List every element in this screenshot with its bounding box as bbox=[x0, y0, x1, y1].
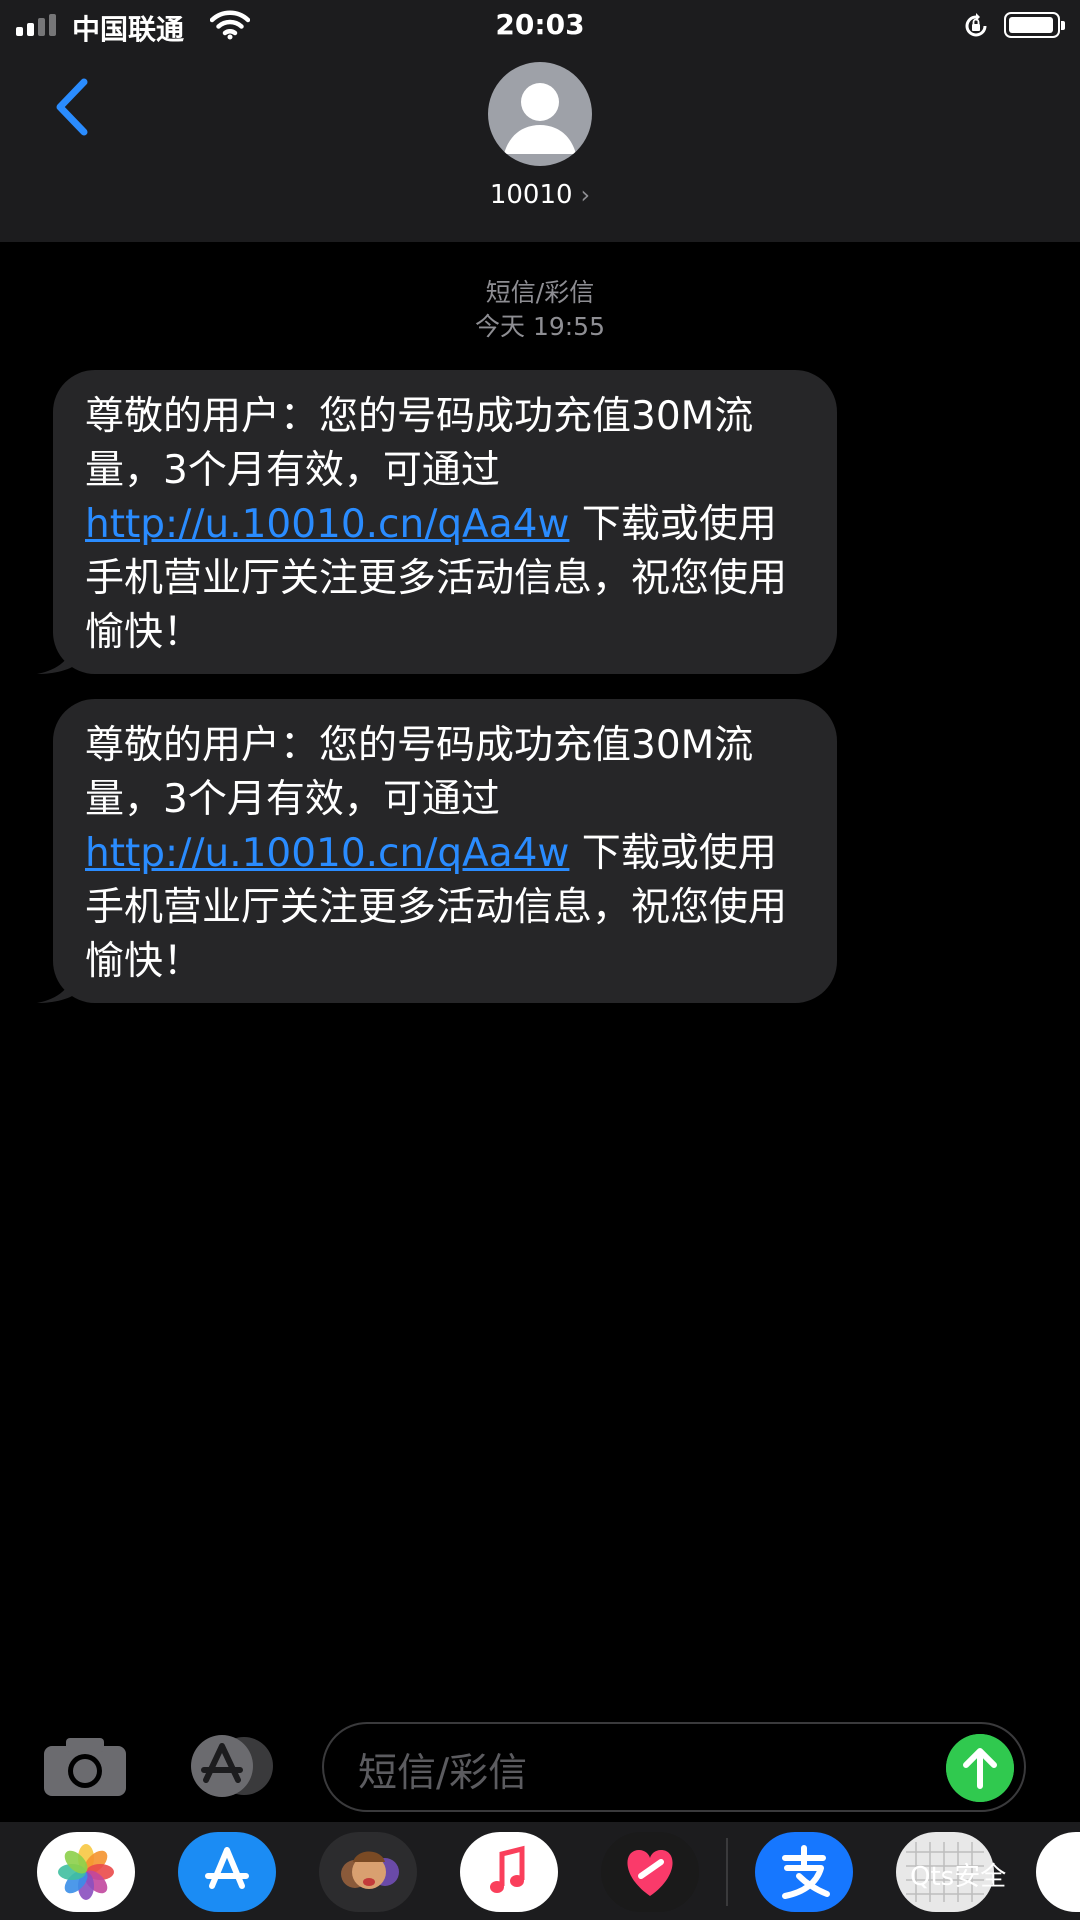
back-chevron-icon[interactable] bbox=[48, 72, 96, 142]
status-time: 20:03 bbox=[495, 8, 585, 41]
heart-icon bbox=[627, 1850, 673, 1896]
app-store-icon bbox=[205, 1847, 249, 1889]
memoji-app-icon[interactable] bbox=[319, 1832, 417, 1912]
message-text: 尊敬的用户：您的号码成功充值30M流量，3个月有效，可通过 bbox=[85, 394, 754, 493]
service-label: 短信/彩信 bbox=[485, 278, 595, 307]
message-link[interactable]: http://u.10010.cn/qAa4w bbox=[85, 831, 569, 876]
photos-icon bbox=[58, 1844, 114, 1900]
heart-app-icon[interactable] bbox=[601, 1832, 699, 1912]
photos-app-icon[interactable] bbox=[37, 1832, 135, 1912]
person-icon bbox=[504, 83, 576, 154]
app-store-app-icon[interactable] bbox=[178, 1832, 276, 1912]
message-link[interactable]: http://u.10010.cn/qAa4w bbox=[85, 502, 569, 547]
message-text: 尊敬的用户：您的号码成功充值30M流量，3个月有效，可通过 bbox=[85, 723, 754, 822]
conversation-header: 10010 › bbox=[0, 52, 1080, 242]
battery-icon bbox=[1004, 12, 1065, 38]
status-bar: 中国联通 20:03 bbox=[0, 0, 1080, 52]
bubble-tail bbox=[37, 969, 77, 1003]
chevron-right-icon: › bbox=[580, 181, 591, 209]
camera-icon[interactable] bbox=[44, 1736, 126, 1796]
alipay-app-icon[interactable] bbox=[755, 1832, 853, 1912]
message-timestamp: 短信/彩信 今天 19:55 bbox=[0, 276, 1080, 344]
message-bubble[interactable]: 尊敬的用户：您的号码成功充值30M流量，3个月有效，可通过 http://u.10… bbox=[37, 699, 837, 1003]
contact-name-row[interactable]: 10010 › bbox=[0, 180, 1080, 210]
bubble-tail bbox=[37, 640, 77, 674]
partial-app-icon[interactable] bbox=[1036, 1832, 1080, 1912]
contact-name: 10010 bbox=[489, 180, 573, 210]
music-note-icon bbox=[490, 1845, 525, 1893]
contact-avatar[interactable] bbox=[488, 62, 592, 166]
send-arrow-icon[interactable] bbox=[946, 1734, 1014, 1802]
message-date: 今天 19:55 bbox=[475, 312, 605, 341]
memoji-icon bbox=[341, 1851, 399, 1889]
orientation-lock-icon bbox=[965, 13, 987, 37]
app-drawer: Qts安全 bbox=[0, 1822, 1080, 1920]
dock-divider bbox=[726, 1838, 728, 1906]
alipay-icon bbox=[782, 1845, 830, 1899]
message-input[interactable]: 短信/彩信 bbox=[322, 1722, 1026, 1812]
message-composer: 短信/彩信 bbox=[0, 1706, 1080, 1822]
message-input-placeholder: 短信/彩信 bbox=[358, 1751, 528, 1796]
watermark-text: Qts安全 bbox=[910, 1862, 1007, 1892]
message-bubble[interactable]: 尊敬的用户：您的号码成功充值30M流量，3个月有效，可通过 http://u.10… bbox=[37, 370, 837, 674]
music-app-icon[interactable] bbox=[460, 1832, 558, 1912]
watermark: Qts安全 bbox=[910, 1856, 1006, 1893]
app-store-icon[interactable] bbox=[182, 1734, 278, 1798]
